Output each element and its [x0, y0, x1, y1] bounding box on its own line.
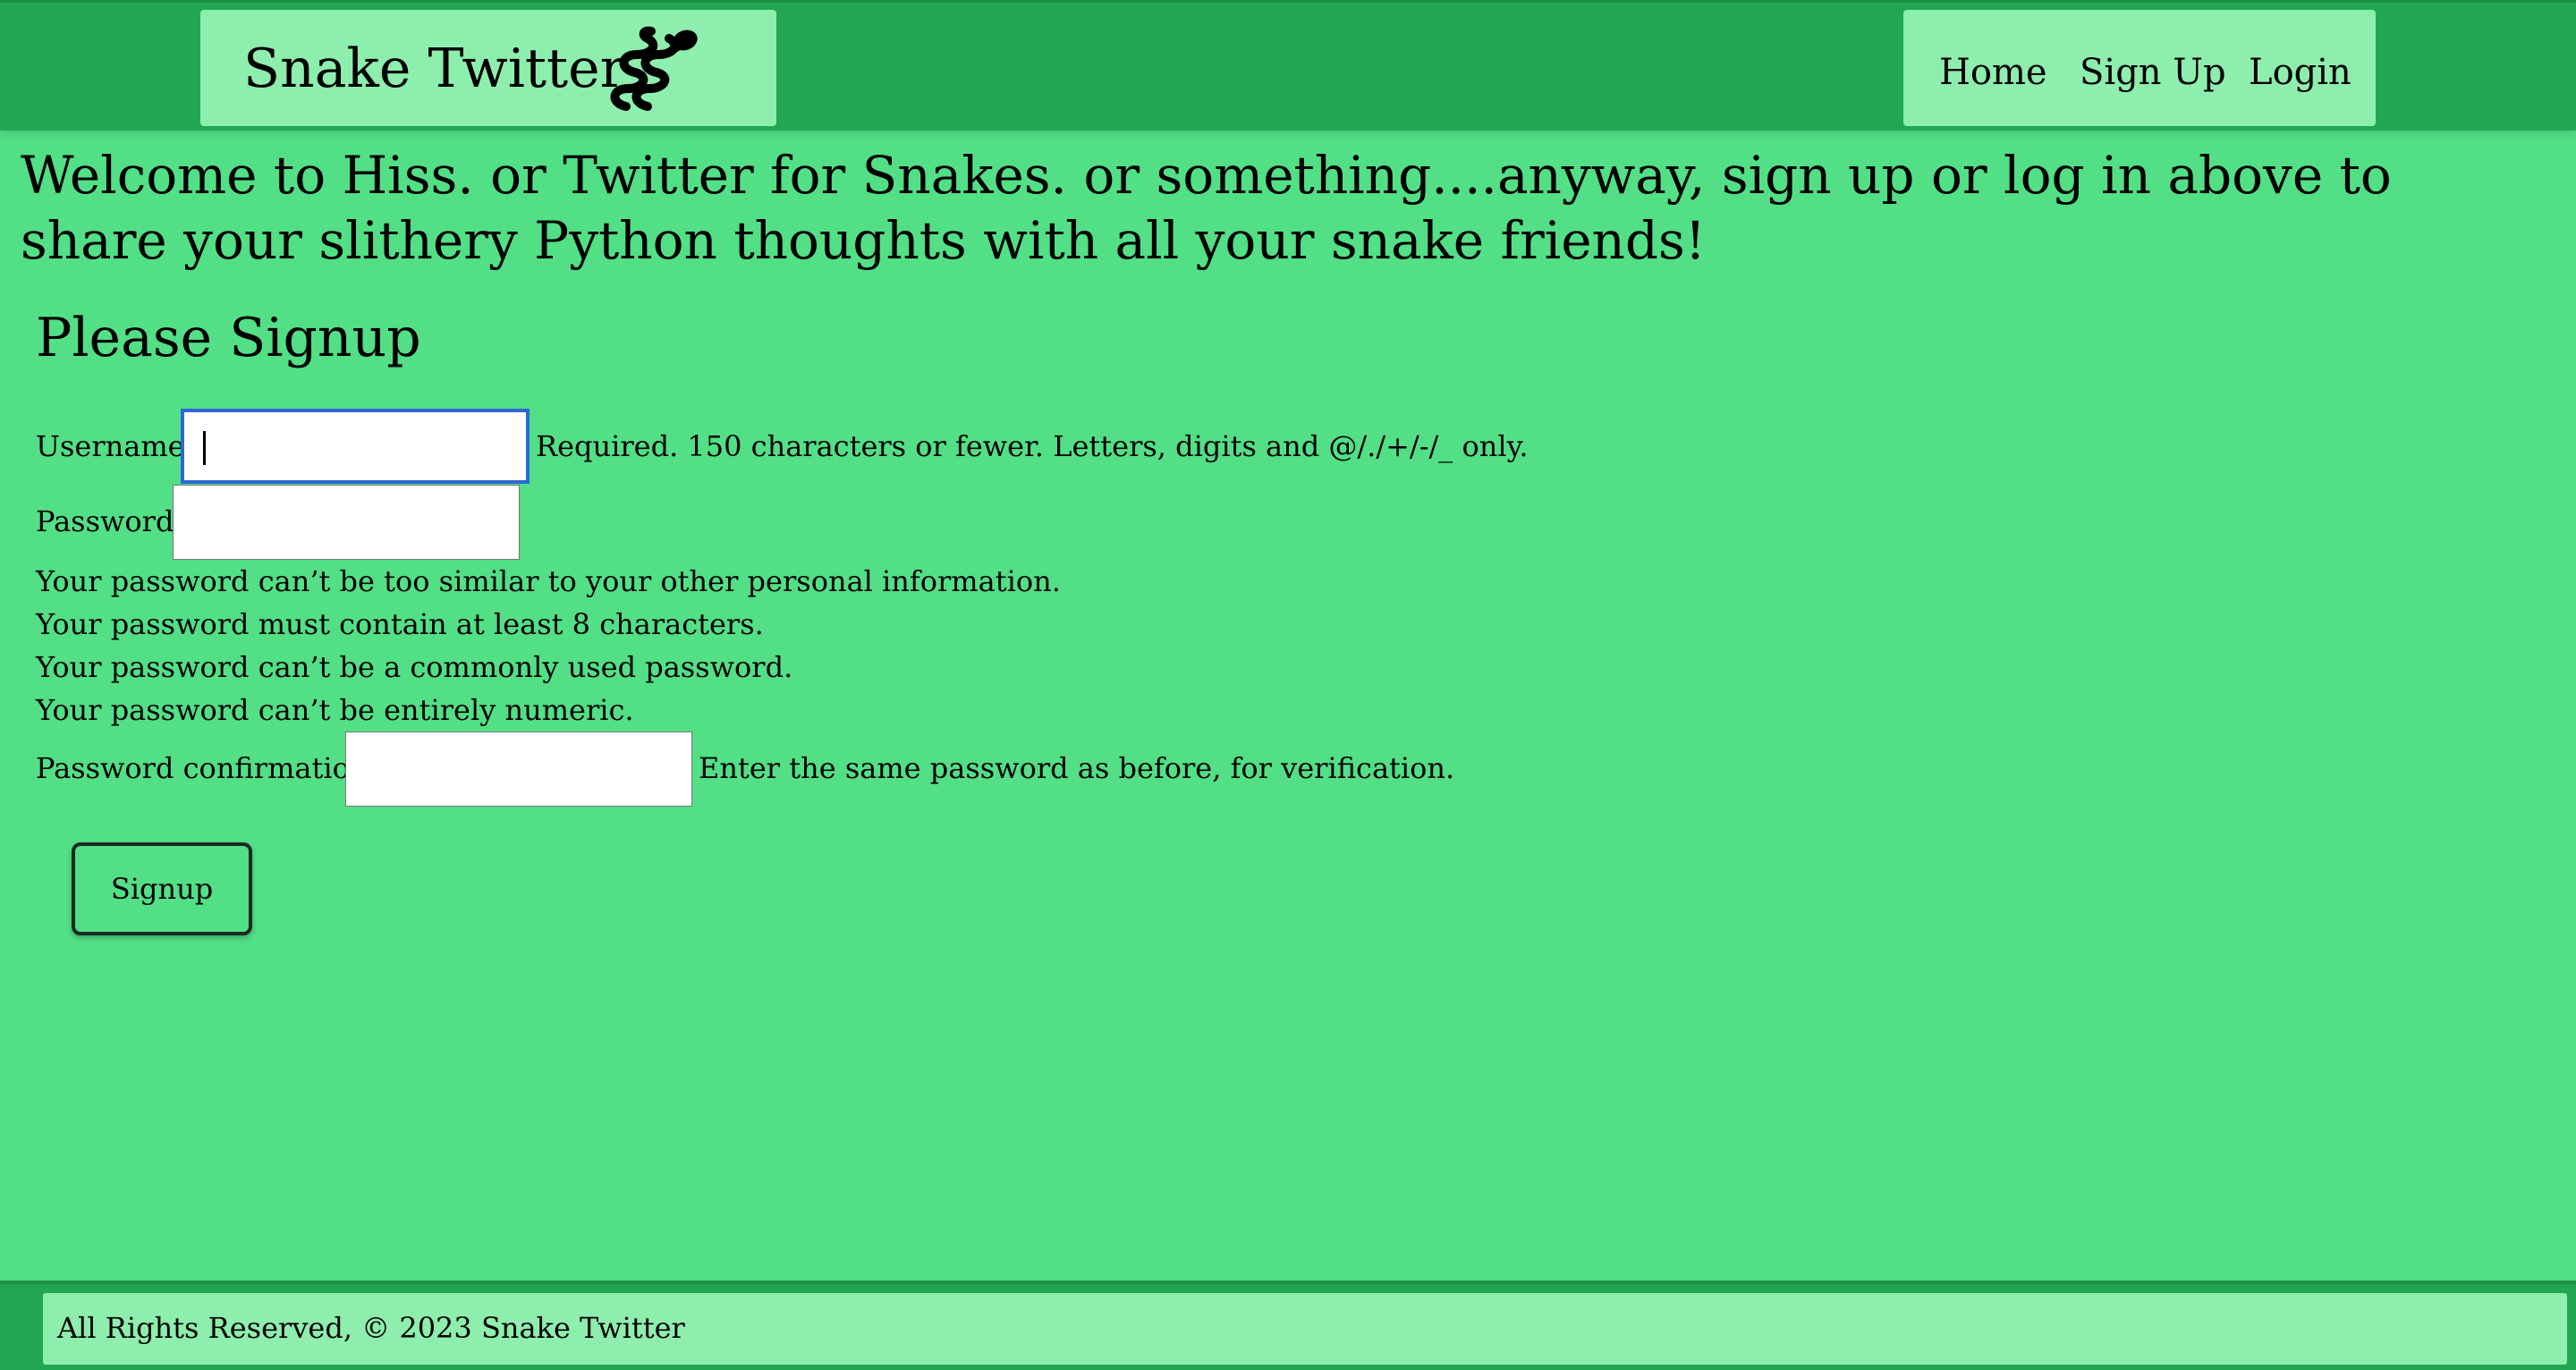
footer-copyright: All Rights Reserved, © 2023 Snake Twitte…	[57, 1311, 685, 1345]
signup-title: Please Signup	[36, 307, 421, 369]
nav-login-link[interactable]: Login	[2249, 51, 2351, 94]
password-help-item: Your password must contain at least 8 ch…	[36, 607, 764, 641]
password-label: Password:	[36, 504, 184, 538]
signup-button[interactable]: Signup	[72, 842, 252, 935]
welcome-heading: Welcome to Hiss. or Twitter for Snakes. …	[21, 145, 2392, 271]
password-confirmation-input[interactable]	[345, 732, 692, 807]
password-help-item: Your password can’t be entirely numeric.	[36, 693, 634, 727]
site-header: Snake Twitter Home Sign Up Login	[0, 0, 2576, 131]
nav-signup-link[interactable]: Sign Up	[2080, 51, 2226, 94]
username-help-text: Required. 150 characters or fewer. Lette…	[536, 429, 1529, 463]
text-caret	[203, 431, 206, 465]
password-help-item: Your password can’t be too similar to yo…	[36, 564, 1061, 598]
main-nav: Home Sign Up Login	[1903, 10, 2376, 126]
password-input[interactable]	[173, 485, 520, 560]
username-label: Username:	[36, 429, 195, 463]
password-confirmation-label: Password confirmation:	[36, 751, 378, 785]
footer-panel: All Rights Reserved, © 2023 Snake Twitte…	[43, 1293, 2567, 1365]
brand-panel: Snake Twitter	[200, 10, 776, 126]
site-footer: All Rights Reserved, © 2023 Snake Twitte…	[0, 1281, 2576, 1370]
username-input[interactable]	[181, 409, 530, 484]
password-help-item: Your password can’t be a commonly used p…	[36, 650, 793, 684]
nav-home-link[interactable]: Home	[1939, 51, 2047, 94]
snake-icon	[610, 26, 698, 111]
password-confirmation-help-text: Enter the same password as before, for v…	[699, 751, 1455, 785]
brand-title: Snake Twitter	[243, 38, 626, 100]
